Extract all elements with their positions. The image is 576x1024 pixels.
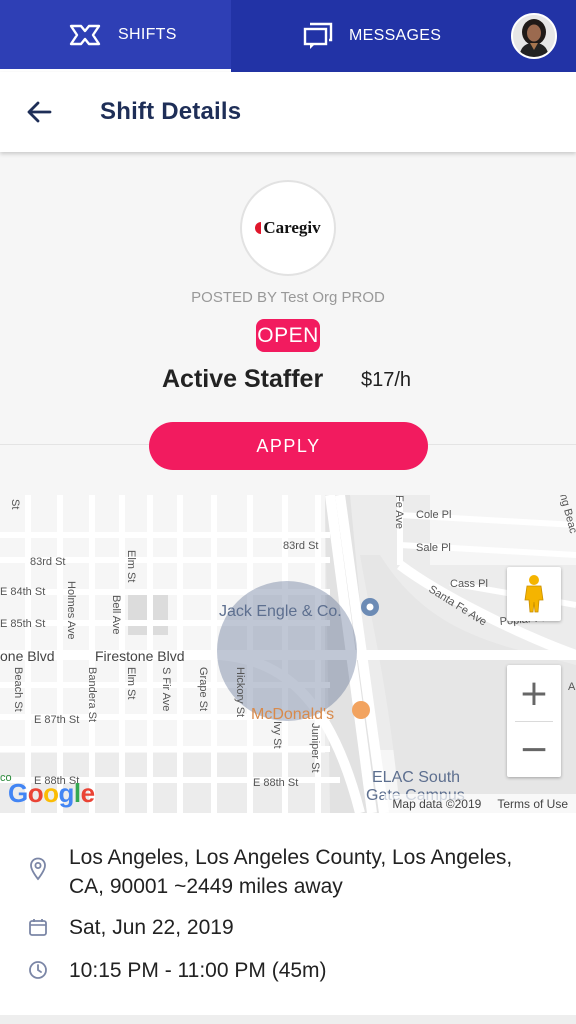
street-label: 83rd St (30, 556, 65, 568)
street-label: Cass Pl (450, 578, 488, 590)
top-nav: SHIFTS MESSAGES (0, 0, 576, 72)
logo-text: Caregiv (263, 218, 321, 237)
divider (515, 721, 553, 722)
tab-shifts[interactable]: SHIFTS (0, 0, 231, 72)
street-label: A (568, 681, 576, 693)
status-badge: OPEN (256, 319, 320, 352)
street-label: Ivy St (271, 721, 283, 749)
apply-button[interactable]: APPLY (149, 422, 428, 470)
zoom-controls: + − (507, 665, 561, 777)
zoom-in-button[interactable]: + (507, 665, 561, 721)
time-text: 10:15 PM - 11:00 PM (45m) (69, 959, 327, 982)
location-map[interactable]: 83rd St 83rd St E 84th St E 85th St E 87… (0, 495, 576, 813)
shifts-icon (68, 23, 102, 47)
organization-logo: Caregiv (240, 180, 336, 276)
street-label: Sale Pl (416, 542, 451, 554)
tab-messages[interactable]: MESSAGES (231, 0, 511, 72)
street-label: Hickory St (234, 667, 246, 717)
place-label: McDonald's (251, 706, 334, 723)
calendar-icon (26, 915, 50, 939)
street-label: Holmes Ave (65, 581, 77, 640)
map-canvas: 83rd St 83rd St E 84th St E 85th St E 87… (0, 495, 576, 813)
location-text: Los Angeles, Los Angeles County, Los Ang… (69, 843, 512, 901)
role-row: Active Staffer $17/h (0, 365, 576, 399)
back-button[interactable] (14, 87, 64, 137)
street-label: E 88th St (253, 777, 298, 789)
street-label: Beach St (12, 667, 24, 712)
place-label: ELAC South (372, 769, 460, 786)
street-label: Juniper St (309, 723, 321, 773)
street-label: Elm St (125, 550, 137, 582)
street-label: St (9, 499, 21, 509)
tab-messages-label: MESSAGES (349, 27, 442, 44)
zoom-out-button[interactable]: − (507, 721, 561, 777)
place-label: Jack Engle & Co. (219, 603, 342, 620)
tab-shifts-label: SHIFTS (118, 25, 177, 43)
logo-mark-icon (255, 222, 262, 234)
street-label: Elm St (125, 667, 137, 699)
terms-link[interactable]: Terms of Use (497, 797, 568, 811)
location-line-1: Los Angeles, Los Angeles County, Los Ang… (69, 846, 513, 869)
svg-text:Google: Google (8, 778, 95, 808)
street-label: Bandera St (86, 667, 98, 722)
street-label: Grape St (197, 667, 209, 711)
page-header: Shift Details (0, 72, 576, 152)
clock-icon (26, 958, 50, 982)
map-data-label: Map data ©2019 (392, 796, 482, 811)
page-title: Shift Details (100, 98, 242, 125)
location-line-2: CA, 90001 ~2449 miles away (69, 875, 343, 898)
map-attribution: Map data ©2019 Terms of Use (384, 794, 576, 813)
avatar[interactable] (511, 13, 557, 59)
posted-by: POSTED BY Test Org PROD (191, 289, 385, 306)
street-label: S Fir Ave (160, 667, 172, 711)
role-title: Active Staffer (162, 365, 324, 393)
street-label: Bell Ave (110, 595, 122, 635)
messages-icon (303, 22, 333, 50)
street-label: E 85th St (0, 618, 45, 630)
street-label: Cole Pl (416, 509, 451, 521)
street-label: E 84th St (0, 586, 45, 598)
google-logo: Google (8, 778, 98, 813)
shift-summary: Caregiv POSTED BY Test Org PROD OPEN Act… (0, 152, 576, 495)
bottom-divider (0, 1015, 576, 1024)
pegman-icon (524, 575, 544, 613)
street-label: Firestone Blvd (95, 648, 184, 664)
date-text: Sat, Jun 22, 2019 (69, 916, 234, 939)
street-view-button[interactable] (507, 567, 561, 621)
location-pin-icon (26, 857, 50, 881)
street-label: E 87th St (34, 714, 79, 726)
arrow-left-icon (27, 101, 52, 123)
pay-rate: $17/h (361, 369, 412, 391)
street-label: one Blvd (0, 648, 54, 664)
shift-details: Los Angeles, Los Angeles County, Los Ang… (0, 813, 576, 1024)
street-label: Fe Ave (393, 495, 405, 529)
street-label: 83rd St (283, 540, 318, 552)
